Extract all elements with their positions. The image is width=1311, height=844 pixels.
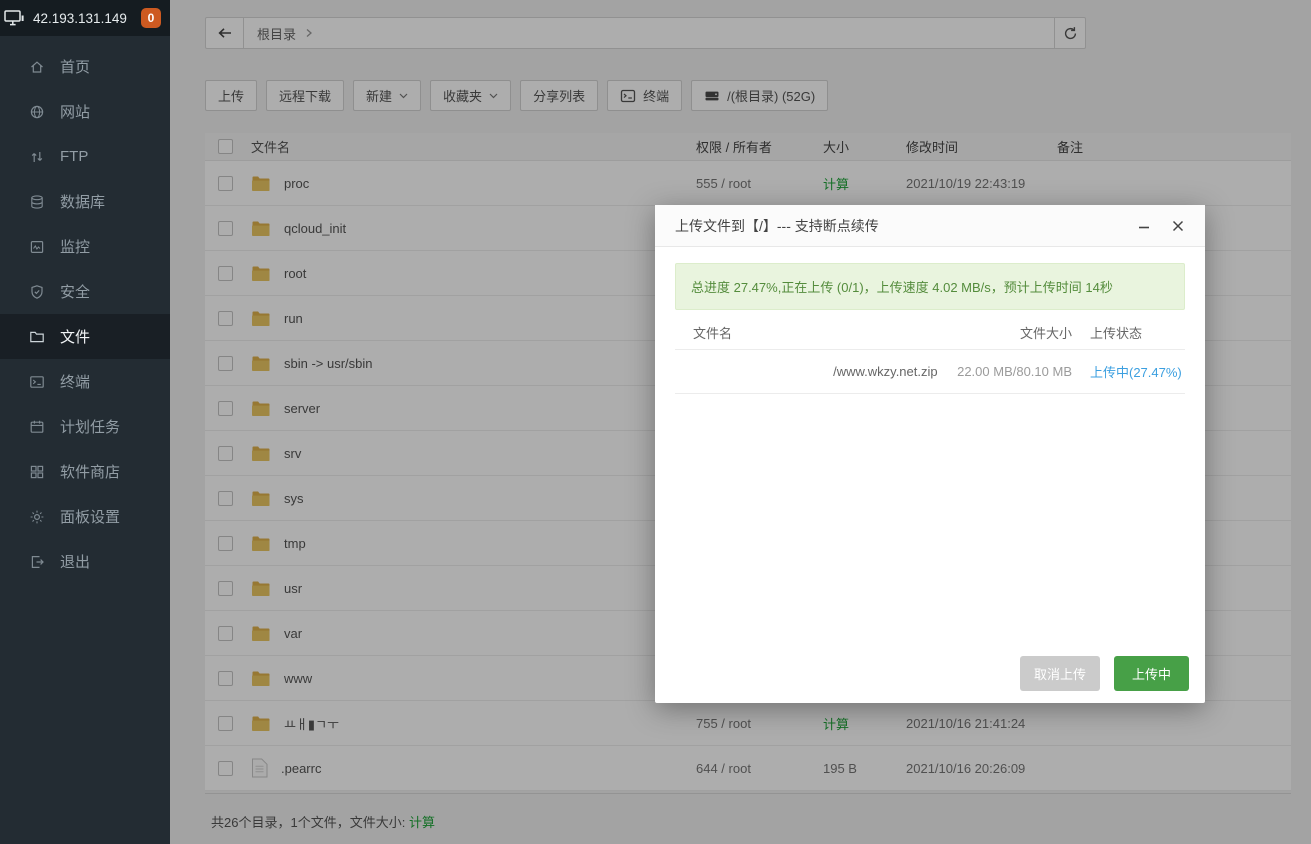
- grid-icon: [29, 464, 45, 480]
- sidebar-item-label: 退出: [60, 551, 90, 572]
- upload-modal: 上传文件到【/】--- 支持断点续传 总进度 27.47%,正在上传 (0/1)…: [655, 205, 1205, 703]
- sidebar-item-label: 终端: [60, 371, 90, 392]
- upload-column-size: 文件大小: [942, 323, 1072, 342]
- sidebar-item-logout[interactable]: 退出: [0, 539, 170, 584]
- upload-progress-summary: 总进度 27.47%,正在上传 (0/1)，上传速度 4.02 MB/s，预计上…: [675, 263, 1185, 310]
- sidebar-item-appstore[interactable]: 软件商店: [0, 449, 170, 494]
- ftp-icon: [29, 149, 45, 165]
- close-icon: [1171, 219, 1185, 233]
- sidebar-nav: 首页网站 FTP 数据库监控安全文件终端计划任务软件商店面板设置退出: [0, 36, 170, 584]
- cancel-upload-button[interactable]: 取消上传: [1020, 656, 1100, 691]
- server-ip: 42.193.131.149: [33, 11, 134, 26]
- bt-panel-app: 42.193.131.149 0 首页网站 FTP 数据库监控安全文件终端计划任务软…: [0, 0, 1311, 844]
- upload-file-name: /www.wkzy.net.zip: [815, 364, 942, 379]
- minimize-button[interactable]: [1137, 219, 1151, 233]
- upload-modal-footer: 取消上传 上传中: [1020, 656, 1189, 691]
- sidebar-item-label: 软件商店: [60, 461, 120, 482]
- sidebar-item-monitor[interactable]: 监控: [0, 224, 170, 269]
- sidebar-item-settings[interactable]: 面板设置: [0, 494, 170, 539]
- upload-column-name: 文件名: [675, 323, 942, 342]
- sidebar-item-sites[interactable]: 网站: [0, 89, 170, 134]
- sidebar-item-label: FTP: [60, 148, 88, 165]
- computer-icon: [4, 9, 26, 27]
- sidebar-item-files[interactable]: 文件: [0, 314, 170, 359]
- upload-modal-header: 上传文件到【/】--- 支持断点续传: [655, 205, 1205, 247]
- sidebar-item-label: 文件: [60, 326, 90, 347]
- close-button[interactable]: [1171, 219, 1185, 233]
- sidebar-item-label: 数据库: [60, 191, 105, 212]
- sidebar-item-label: 面板设置: [60, 506, 120, 527]
- server-header[interactable]: 42.193.131.149 0: [0, 0, 170, 36]
- minimize-icon: [1137, 219, 1151, 233]
- sidebar-item-security[interactable]: 安全: [0, 269, 170, 314]
- upload-modal-title: 上传文件到【/】--- 支持断点续传: [675, 216, 1117, 236]
- upload-column-status: 上传状态: [1072, 323, 1185, 342]
- shield-icon: [29, 284, 45, 300]
- sidebar-item-label: 计划任务: [60, 416, 120, 437]
- sidebar-item-terminal[interactable]: 终端: [0, 359, 170, 404]
- home-icon: [29, 59, 45, 75]
- sidebar-item-database[interactable]: 数据库: [0, 179, 170, 224]
- sidebar-item-label: 网站: [60, 101, 90, 122]
- sidebar-item-label: 安全: [60, 281, 90, 302]
- globe-icon: [29, 104, 45, 120]
- upload-file-table: 文件名 文件大小 上传状态 /www.wkzy.net.zip 22.00 MB…: [675, 316, 1185, 394]
- upload-modal-body: 总进度 27.47%,正在上传 (0/1)，上传速度 4.02 MB/s，预计上…: [655, 247, 1205, 703]
- sidebar-item-home[interactable]: 首页: [0, 44, 170, 89]
- folder-icon: [29, 329, 45, 345]
- sidebar: 42.193.131.149 0 首页网站 FTP 数据库监控安全文件终端计划任务软…: [0, 0, 170, 844]
- sidebar-item-label: 首页: [60, 56, 90, 77]
- sidebar-item-label: 监控: [60, 236, 90, 257]
- upload-file-status[interactable]: 上传中(27.47%): [1072, 362, 1185, 381]
- calendar-icon: [29, 419, 45, 435]
- monitor-icon: [29, 239, 45, 255]
- sidebar-item-cron[interactable]: 计划任务: [0, 404, 170, 449]
- upload-file-row: /www.wkzy.net.zip 22.00 MB/80.10 MB 上传中(…: [675, 350, 1185, 394]
- message-count-badge[interactable]: 0: [141, 8, 161, 28]
- database-icon: [29, 194, 45, 210]
- gear-icon: [29, 509, 45, 525]
- terminal-icon: [29, 374, 45, 390]
- sidebar-item-ftp[interactable]: FTP: [0, 134, 170, 179]
- upload-table-header: 文件名 文件大小 上传状态: [675, 316, 1185, 350]
- logout-icon: [29, 554, 45, 570]
- upload-file-size: 22.00 MB/80.10 MB: [942, 364, 1072, 379]
- uploading-button[interactable]: 上传中: [1114, 656, 1189, 691]
